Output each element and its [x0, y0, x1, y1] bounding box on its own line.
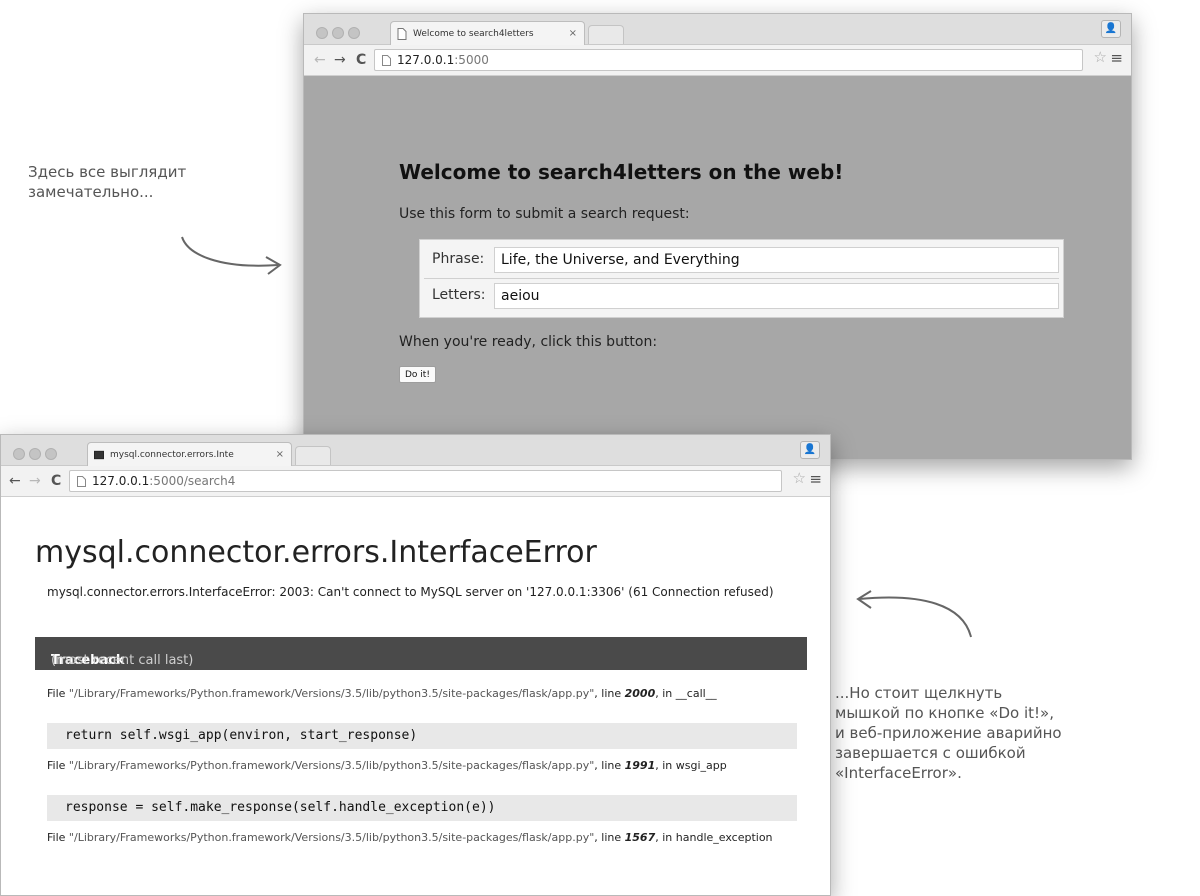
tab-title: Welcome to search4letters: [413, 29, 534, 39]
letters-row: Letters:: [424, 279, 1059, 311]
annotation-bottom: ...Но стоит щелкнуть мышкой по кнопке «D…: [835, 683, 1062, 783]
tab-title: mysql.connector.errors.Inte: [110, 450, 234, 460]
annotation-top: Здесь все выглядит замечательно...: [28, 162, 186, 202]
page-icon: [77, 476, 86, 487]
annotation-bottom-line: «InterfaceError».: [835, 764, 962, 782]
address-bar[interactable]: 127.0.0.1:5000/search4: [69, 470, 782, 492]
error-page: mysql.connector.errors.InterfaceError my…: [1, 497, 830, 895]
page-icon: [397, 28, 407, 40]
annotation-arrow-bottom: [856, 590, 972, 638]
new-tab-button[interactable]: [295, 446, 331, 465]
phrase-row: Phrase:: [424, 243, 1059, 275]
tab-error[interactable]: mysql.connector.errors.Inte ×: [87, 442, 292, 466]
close-window-button[interactable]: [13, 448, 25, 460]
ready-text: When you're ready, click this button:: [399, 334, 658, 350]
menu-icon[interactable]: ≡: [1110, 49, 1123, 67]
page-title: Welcome to search4letters on the web!: [399, 160, 844, 184]
url-text: 127.0.0.1:5000: [397, 50, 489, 70]
frame-file-prefix: File: [47, 759, 66, 772]
url-port: :5000: [454, 53, 489, 67]
url-path: :5000/search4: [149, 474, 236, 488]
toolbar: ← → C 127.0.0.1:5000 ☆ ≡: [304, 45, 1131, 76]
frame-function: handle_exception: [675, 831, 773, 844]
annotation-bottom-line: завершается с ошибкой: [835, 744, 1026, 762]
annotation-arrow-top: [181, 236, 282, 275]
annotation-top-line: замечательно...: [28, 183, 154, 201]
frame-function: wsgi_app: [675, 759, 727, 772]
tab-welcome[interactable]: Welcome to search4letters ×: [390, 21, 585, 45]
frame-file-prefix: File: [47, 831, 66, 844]
frame-file-prefix: File: [47, 687, 66, 700]
frame-line-number: 1567: [624, 831, 656, 844]
error-message: mysql.connector.errors.InterfaceError: 2…: [47, 585, 774, 599]
row-divider: [424, 278, 1059, 279]
minimize-window-button[interactable]: [29, 448, 41, 460]
url-host: 127.0.0.1: [397, 53, 455, 67]
tab-close-button[interactable]: ×: [569, 22, 577, 45]
frame-func-prefix: , in: [655, 831, 673, 844]
tab-bar: Welcome to search4letters × 👤: [304, 14, 1131, 45]
code-line: response = self.make_response(self.handl…: [47, 795, 797, 821]
frame-path: "/Library/Frameworks/Python.framework/Ve…: [68, 831, 595, 844]
traceback-note: (most recent call last): [51, 653, 194, 668]
tab-bar: mysql.connector.errors.Inte × 👤: [1, 435, 830, 466]
page-icon: [382, 55, 391, 66]
new-tab-button[interactable]: [588, 25, 624, 44]
bookmark-star-icon[interactable]: ☆: [793, 469, 806, 487]
code-line: return self.wsgi_app(environ, start_resp…: [47, 723, 797, 749]
annotation-top-line: Здесь все выглядит: [28, 163, 187, 181]
page-content: Welcome to search4letters on the web! Us…: [304, 76, 1131, 459]
browser-window-home: Welcome to search4letters × 👤 ← → C 127.…: [303, 13, 1132, 460]
terminal-icon: [94, 450, 104, 460]
window-controls: [13, 445, 61, 464]
address-bar[interactable]: 127.0.0.1:5000: [374, 49, 1083, 71]
annotation-bottom-line: ...Но стоит щелкнуть: [835, 684, 1003, 702]
browser-window-error: mysql.connector.errors.Inte × 👤 ← → C 12…: [0, 434, 831, 896]
phrase-input[interactable]: [494, 247, 1059, 273]
letters-input[interactable]: [494, 283, 1059, 309]
traceback-header: Traceback (most recent call last): [35, 637, 807, 670]
frame-line-prefix: , line: [594, 687, 622, 700]
reload-button[interactable]: C: [51, 472, 61, 490]
back-button[interactable]: ←: [9, 472, 21, 490]
frame-line-number: 1991: [624, 759, 656, 772]
minimize-window-button[interactable]: [332, 27, 344, 39]
url-text: 127.0.0.1:5000/search4: [92, 471, 235, 491]
back-button[interactable]: ←: [314, 51, 326, 69]
tab-close-button[interactable]: ×: [276, 443, 284, 466]
profile-icon[interactable]: 👤: [1101, 20, 1121, 38]
forward-button[interactable]: →: [29, 472, 41, 490]
search-form: Phrase: Letters:: [419, 239, 1064, 318]
window-controls: [316, 24, 364, 43]
forward-button[interactable]: →: [334, 51, 346, 69]
bookmark-star-icon[interactable]: ☆: [1094, 48, 1107, 66]
zoom-window-button[interactable]: [45, 448, 57, 460]
do-it-button[interactable]: Do it!: [399, 366, 436, 383]
traceback-frame[interactable]: File "/Library/Frameworks/Python.framewo…: [47, 759, 793, 773]
frame-path: "/Library/Frameworks/Python.framework/Ve…: [68, 759, 595, 772]
traceback-frame[interactable]: File "/Library/Frameworks/Python.framewo…: [47, 687, 793, 701]
phrase-label: Phrase:: [432, 251, 485, 267]
frame-line-prefix: , line: [594, 759, 622, 772]
close-window-button[interactable]: [316, 27, 328, 39]
reload-button[interactable]: C: [356, 51, 366, 69]
frame-func-prefix: , in: [655, 759, 673, 772]
letters-label: Letters:: [432, 287, 486, 303]
toolbar: ← → C 127.0.0.1:5000/search4 ☆ ≡: [1, 466, 830, 497]
annotation-bottom-line: и веб-приложение аварийно: [835, 724, 1062, 742]
menu-icon[interactable]: ≡: [809, 470, 822, 488]
traceback-frame[interactable]: File "/Library/Frameworks/Python.framewo…: [47, 831, 793, 845]
frame-line-number: 2000: [624, 687, 656, 700]
error-title: mysql.connector.errors.InterfaceError: [35, 535, 597, 570]
zoom-window-button[interactable]: [348, 27, 360, 39]
frame-func-prefix: , in: [655, 687, 673, 700]
annotation-bottom-line: мышкой по кнопке «Do it!»,: [835, 704, 1054, 722]
profile-icon[interactable]: 👤: [800, 441, 820, 459]
frame-function: __call__: [675, 687, 717, 700]
intro-text: Use this form to submit a search request…: [399, 206, 690, 222]
url-host: 127.0.0.1: [92, 474, 150, 488]
frame-line-prefix: , line: [594, 831, 622, 844]
frame-path: "/Library/Frameworks/Python.framework/Ve…: [68, 687, 595, 700]
